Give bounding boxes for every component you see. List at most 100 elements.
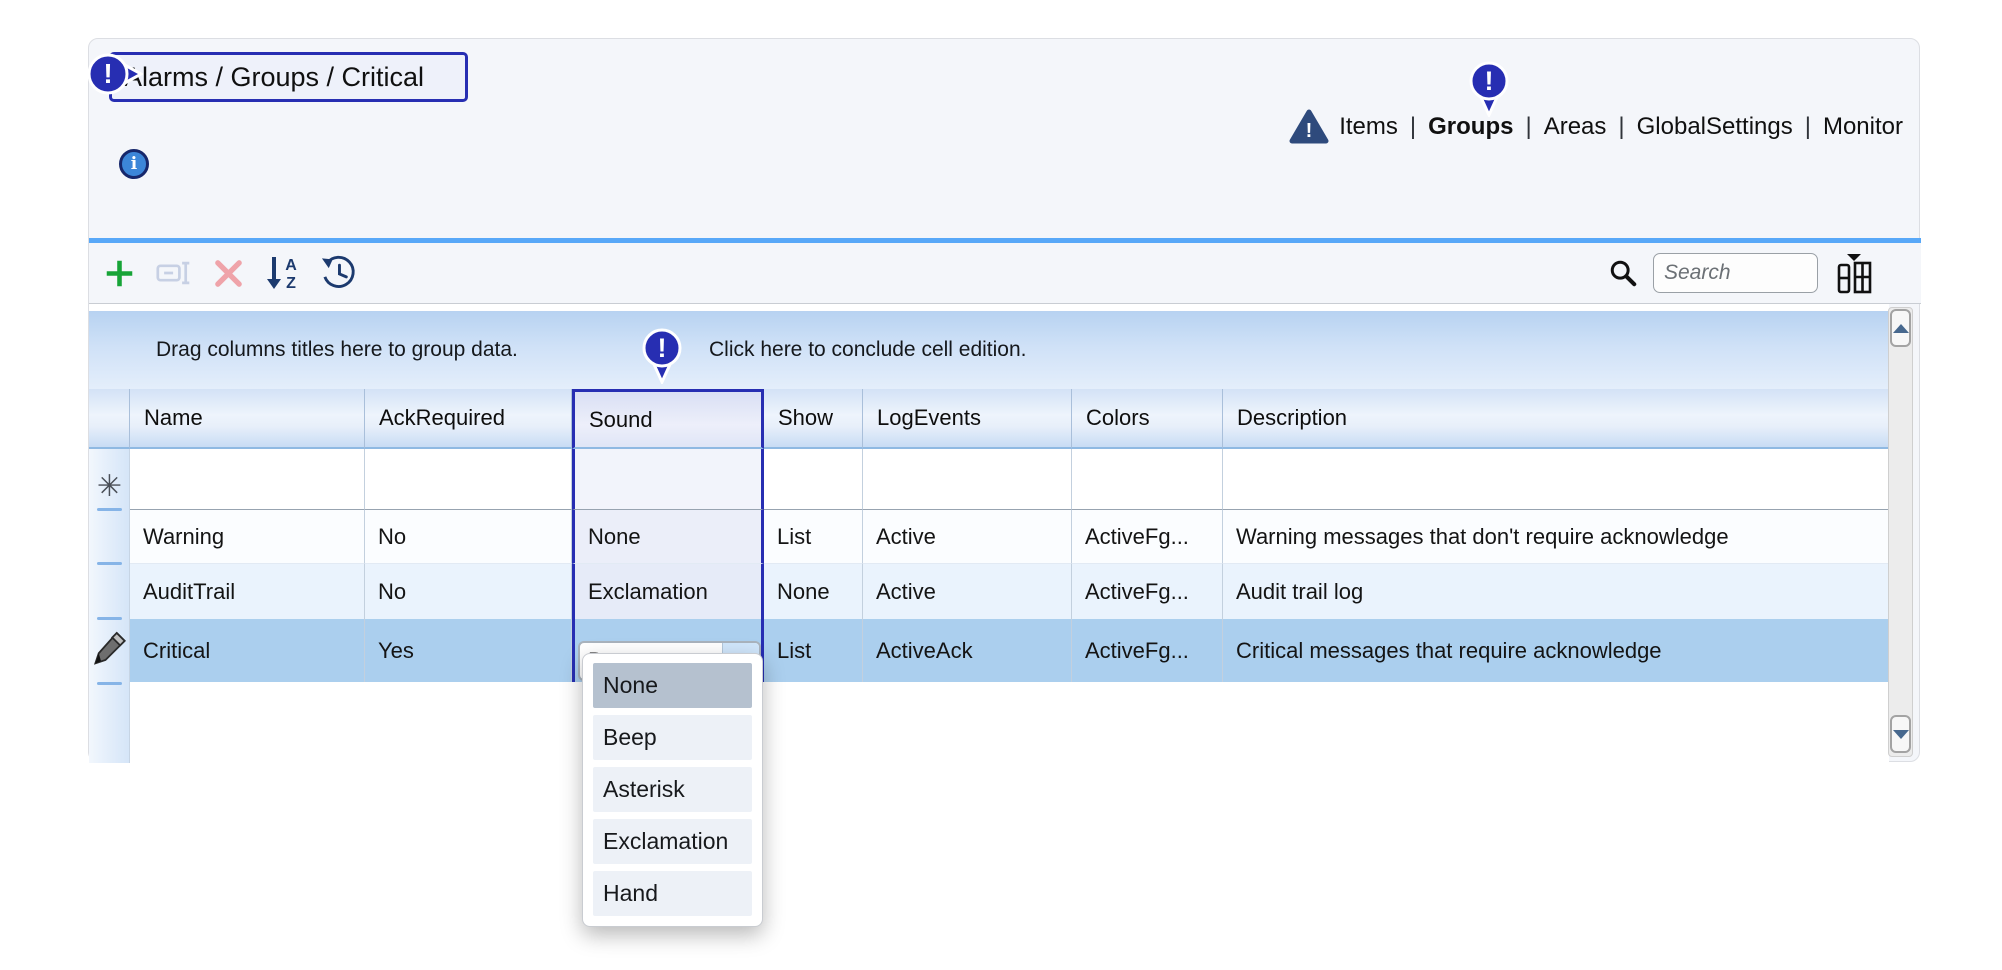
search-input[interactable] [1653, 253, 1818, 293]
alert-glyph: ! [1306, 120, 1313, 142]
table-row-warning[interactable]: Warning No None List Active ActiveFg... … [130, 510, 1889, 564]
column-header-ackrequired[interactable]: AckRequired [365, 389, 572, 449]
column-header-description[interactable]: Description [1223, 389, 1889, 449]
sound-dropdown-list: None Beep Asterisk Exclamation Hand [582, 653, 763, 927]
triangle-down-icon [1893, 730, 1909, 739]
nav-item-monitor[interactable]: Monitor [1823, 113, 1903, 141]
column-header-sound[interactable]: Sound [572, 389, 764, 449]
column-header-name[interactable]: Name [130, 389, 365, 449]
add-row-button[interactable] [104, 258, 135, 289]
history-icon [320, 255, 357, 291]
cell-name[interactable]: Critical [130, 619, 365, 682]
cell[interactable] [1072, 449, 1223, 510]
cell[interactable] [863, 449, 1072, 510]
rename-button[interactable] [156, 261, 192, 285]
cell[interactable] [365, 449, 572, 510]
breadcrumb-title-box[interactable]: Alarms / Groups / Critical [109, 52, 468, 102]
edit-pencil-icon [92, 629, 128, 673]
search-icon [1609, 259, 1637, 287]
alert-pin-title-icon: ! [85, 51, 143, 97]
corner-header-cell [89, 389, 130, 449]
edit-hint-text[interactable]: Click here to conclude cell edition. [709, 311, 1027, 389]
new-row[interactable] [130, 449, 1889, 510]
info-glyph: i [131, 154, 137, 174]
column-header-colors[interactable]: Colors [1072, 389, 1223, 449]
column-chooser-icon [1834, 252, 1874, 294]
column-header-logevents[interactable]: LogEvents [863, 389, 1072, 449]
page-title: Alarms / Groups / Critical [124, 62, 424, 93]
cell-colors[interactable]: ActiveFg... [1072, 510, 1223, 564]
column-header-row: Name AckRequired Sound Show LogEvents Co… [89, 389, 1889, 449]
info-icon[interactable]: i [119, 149, 149, 179]
scroll-up-button[interactable] [1890, 309, 1911, 347]
nav-item-globalsettings[interactable]: GlobalSettings [1637, 113, 1793, 141]
cell-description[interactable]: Warning messages that don't require ackn… [1223, 510, 1889, 564]
group-by-panel[interactable]: Drag columns titles here to group data. … [89, 311, 1889, 389]
cell[interactable] [130, 449, 365, 510]
nav-item-groups[interactable]: Groups [1428, 113, 1513, 141]
dropdown-option-beep[interactable]: Beep [593, 715, 752, 760]
screen: ! Alarms / Groups / Critical ! ! Items |… [0, 0, 2002, 970]
cell-ackrequired[interactable]: No [365, 564, 572, 619]
cell-sound[interactable]: None [572, 510, 764, 564]
row-divider [97, 617, 122, 620]
alert-glyph: ! [658, 333, 667, 363]
alert-pin-groups-icon: ! [1467, 61, 1511, 117]
row-divider [97, 508, 122, 511]
cell-sound[interactable]: Exclamation [572, 564, 764, 619]
cell-name[interactable]: Warning [130, 510, 365, 564]
group-hint-text: Drag columns titles here to group data. [156, 311, 518, 389]
column-chooser-button[interactable] [1834, 252, 1874, 294]
cell-description[interactable]: Audit trail log [1223, 564, 1889, 619]
dropdown-option-hand[interactable]: Hand [593, 871, 752, 916]
top-nav: ! Items | Groups | Areas | GlobalSetting… [1289, 109, 1903, 145]
toolbar: A Z [89, 243, 1921, 303]
nav-item-areas[interactable]: Areas [1544, 113, 1607, 141]
warning-triangle-icon: ! [1289, 109, 1329, 145]
triangle-up-icon [1893, 324, 1909, 333]
nav-separator: | [1408, 113, 1418, 141]
history-button[interactable] [320, 255, 357, 291]
table-row-critical-selected[interactable]: Critical Yes List ActiveAck ActiveFg... … [130, 619, 1889, 682]
nav-separator: | [1803, 113, 1813, 141]
cell-colors[interactable]: ActiveFg... [1072, 564, 1223, 619]
row-divider [97, 562, 122, 565]
add-icon [104, 258, 135, 289]
cell[interactable] [764, 449, 863, 510]
delete-row-button[interactable] [213, 258, 244, 289]
cell[interactable] [572, 449, 764, 510]
cell-show[interactable]: List [764, 510, 863, 564]
table-row-audittrail[interactable]: AuditTrail No Exclamation None Active Ac… [130, 564, 1889, 619]
sort-letter-z: Z [286, 275, 296, 291]
cell-name[interactable]: AuditTrail [130, 564, 365, 619]
dropdown-option-none[interactable]: None [593, 663, 752, 708]
row-header-column: ✳ [89, 449, 130, 763]
cell-logevents[interactable]: Active [863, 510, 1072, 564]
nav-item-items[interactable]: Items [1339, 113, 1398, 141]
cell-ackrequired[interactable]: No [365, 510, 572, 564]
sort-button[interactable]: A Z [265, 255, 299, 291]
sort-letter-a: A [285, 257, 297, 274]
nav-separator: | [1616, 113, 1626, 141]
cell-logevents[interactable]: ActiveAck [863, 619, 1072, 682]
cell[interactable] [1223, 449, 1889, 510]
alarms-panel: ! Alarms / Groups / Critical ! ! Items |… [88, 38, 1920, 762]
row-divider [97, 682, 122, 685]
alert-pin-sound-icon: ! [640, 328, 684, 384]
alert-glyph: ! [1485, 66, 1494, 96]
nav-separator: | [1523, 113, 1533, 141]
delete-icon [213, 258, 244, 289]
scroll-down-button[interactable] [1890, 715, 1911, 753]
column-header-show[interactable]: Show [764, 389, 863, 449]
vertical-scrollbar[interactable] [1888, 307, 1913, 757]
cell-ackrequired[interactable]: Yes [365, 619, 572, 682]
sort-az-icon: A Z [265, 255, 299, 291]
dropdown-option-exclamation[interactable]: Exclamation [593, 819, 752, 864]
alert-glyph: ! [103, 58, 112, 89]
cell-show[interactable]: None [764, 564, 863, 619]
cell-colors[interactable]: ActiveFg... [1072, 619, 1223, 682]
cell-show[interactable]: List [764, 619, 863, 682]
cell-description[interactable]: Critical messages that require acknowled… [1223, 619, 1889, 682]
cell-logevents[interactable]: Active [863, 564, 1072, 619]
dropdown-option-asterisk[interactable]: Asterisk [593, 767, 752, 812]
